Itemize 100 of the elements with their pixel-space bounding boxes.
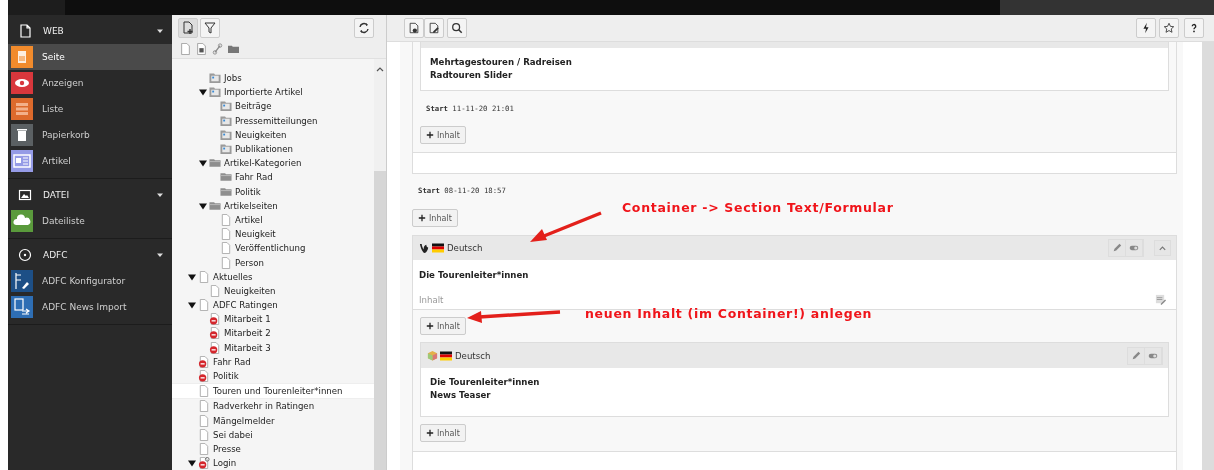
cube-icon bbox=[427, 350, 438, 361]
page-icon bbox=[198, 270, 210, 283]
tree-item[interactable]: Importierte Artikel bbox=[172, 85, 374, 100]
page-icon bbox=[220, 228, 232, 241]
edit-page-button[interactable] bbox=[424, 18, 444, 38]
scroll-up-icon[interactable] bbox=[376, 66, 384, 72]
pencil-icon bbox=[1131, 350, 1141, 361]
edit-column-icon[interactable] bbox=[1155, 294, 1166, 305]
edit-page-icon bbox=[428, 22, 440, 34]
flash-button[interactable] bbox=[1136, 18, 1156, 38]
scrollbar[interactable] bbox=[1202, 42, 1214, 470]
tree-item[interactable]: Artikel-Kategorien bbox=[172, 156, 374, 171]
module-menu-item[interactable]: Dateiliste bbox=[8, 208, 172, 234]
expand-icon[interactable] bbox=[188, 301, 196, 310]
hidden-page-icon bbox=[209, 341, 221, 354]
refresh-button[interactable] bbox=[354, 17, 374, 38]
tree-item[interactable]: Sei dabei bbox=[172, 427, 374, 442]
tree-item[interactable]: Presse bbox=[172, 441, 374, 457]
filter-icon bbox=[203, 20, 217, 35]
add-content-button[interactable]: Inhalt bbox=[412, 209, 458, 227]
tree-item[interactable]: Mitarbeit 3 bbox=[172, 340, 374, 355]
folder-icon bbox=[209, 86, 221, 99]
expand-icon[interactable] bbox=[199, 159, 207, 168]
caret-icon[interactable] bbox=[156, 27, 164, 35]
filter-button[interactable] bbox=[200, 17, 220, 38]
tree-item[interactable]: Mängelmelder bbox=[172, 413, 374, 428]
search-button[interactable] bbox=[447, 18, 467, 38]
logo-icon bbox=[419, 242, 430, 254]
tree-item[interactable]: Fahr Rad bbox=[172, 170, 374, 185]
module-menu-item[interactable]: ADFC Konfigurator bbox=[8, 268, 172, 294]
tree-item[interactable]: Veröffentlichung bbox=[172, 241, 374, 256]
add-content-button[interactable]: Inhalt bbox=[420, 424, 466, 442]
tree-item[interactable]: Neuigkeit bbox=[172, 227, 374, 242]
tree-item[interactable]: Neuigkeiten bbox=[172, 127, 374, 142]
page-icon bbox=[220, 242, 232, 255]
page-icon bbox=[209, 284, 221, 297]
tree-item[interactable]: Login bbox=[172, 456, 374, 470]
expand-icon[interactable] bbox=[199, 88, 207, 97]
tree-item[interactable]: Neuigkeiten bbox=[172, 283, 374, 298]
page-icon bbox=[198, 442, 210, 455]
bookmark-star-button[interactable] bbox=[1159, 18, 1179, 38]
page-icon bbox=[198, 385, 210, 398]
module-menu-item[interactable]: Artikel bbox=[8, 148, 172, 174]
tree-item[interactable]: ADFC Ratingen bbox=[172, 298, 374, 313]
link-icon[interactable] bbox=[212, 43, 223, 55]
help-button[interactable] bbox=[1184, 18, 1204, 38]
hidden-page-icon bbox=[198, 370, 210, 383]
tree-item[interactable]: Politik bbox=[172, 184, 374, 199]
new-page-icon bbox=[181, 20, 195, 35]
tree-item[interactable]: Artikelseiten bbox=[172, 198, 374, 213]
tree-item[interactable]: Artikel bbox=[172, 212, 374, 228]
expand-icon[interactable] bbox=[199, 201, 207, 210]
add-content-button[interactable]: Inhalt bbox=[420, 126, 466, 144]
expand-icon[interactable] bbox=[188, 459, 196, 468]
star-icon bbox=[1163, 22, 1175, 34]
tree-item[interactable]: Aktuelles bbox=[172, 269, 374, 284]
tree-item[interactable]: Mitarbeit 1 bbox=[172, 312, 374, 327]
language-label: Deutsch bbox=[447, 243, 483, 253]
tree-item[interactable]: Pressemitteilungen bbox=[172, 113, 374, 128]
page-icon bbox=[198, 299, 210, 312]
module-menu-item[interactable]: Papierkorb bbox=[8, 122, 172, 148]
module-group-title[interactable]: WEB bbox=[43, 26, 156, 36]
module-menu-item[interactable]: ADFC News Import bbox=[8, 294, 172, 320]
module-menu-item[interactable]: Anzeigen bbox=[8, 70, 172, 96]
module-menu-item[interactable]: Seite bbox=[8, 44, 172, 70]
pencil-icon bbox=[1112, 243, 1122, 253]
element-title: Die Tourenleiter*innen bbox=[419, 269, 530, 282]
tree-item[interactable]: Beiträge bbox=[172, 99, 374, 114]
circle-icon bbox=[18, 248, 32, 262]
tree-item[interactable]: Politik bbox=[172, 368, 374, 384]
caret-icon[interactable] bbox=[156, 191, 164, 199]
plus-icon bbox=[426, 131, 434, 139]
page-icon bbox=[220, 256, 232, 269]
module-menu-item[interactable]: Liste bbox=[8, 96, 172, 122]
tree-item[interactable]: Radverkehr in Ratingen bbox=[172, 399, 374, 414]
tree-item[interactable]: Fahr Rad bbox=[172, 354, 374, 369]
module-group-title[interactable]: DATEI bbox=[43, 190, 156, 200]
tree-item[interactable]: Publikationen bbox=[172, 141, 374, 157]
folder-icon[interactable] bbox=[228, 43, 239, 55]
folder-icon bbox=[220, 143, 232, 156]
scrollbar[interactable] bbox=[374, 59, 386, 470]
tree-item[interactable]: Jobs bbox=[172, 71, 374, 86]
page-icon bbox=[198, 414, 210, 427]
caret-icon[interactable] bbox=[156, 251, 164, 259]
expand-icon[interactable] bbox=[188, 272, 196, 281]
tree-item[interactable]: Mitarbeit 2 bbox=[172, 326, 374, 341]
hidden-page-icon bbox=[209, 327, 221, 340]
hidden-page-icon bbox=[209, 313, 221, 326]
tree-item[interactable]: Person bbox=[172, 255, 374, 270]
toggle-button[interactable] bbox=[1126, 240, 1143, 256]
toggle-button[interactable] bbox=[1145, 347, 1162, 364]
toggle-icon bbox=[1129, 243, 1139, 253]
new-page-button[interactable] bbox=[178, 17, 198, 38]
shortcut-page-icon[interactable] bbox=[196, 43, 207, 55]
add-content-button[interactable]: Inhalt bbox=[420, 317, 466, 335]
folder-icon bbox=[220, 100, 232, 113]
module-group-title[interactable]: ADFC bbox=[43, 250, 156, 260]
view-page-button[interactable] bbox=[404, 18, 424, 38]
page-icon bbox=[220, 213, 232, 226]
hidden-page-icon bbox=[198, 355, 210, 368]
